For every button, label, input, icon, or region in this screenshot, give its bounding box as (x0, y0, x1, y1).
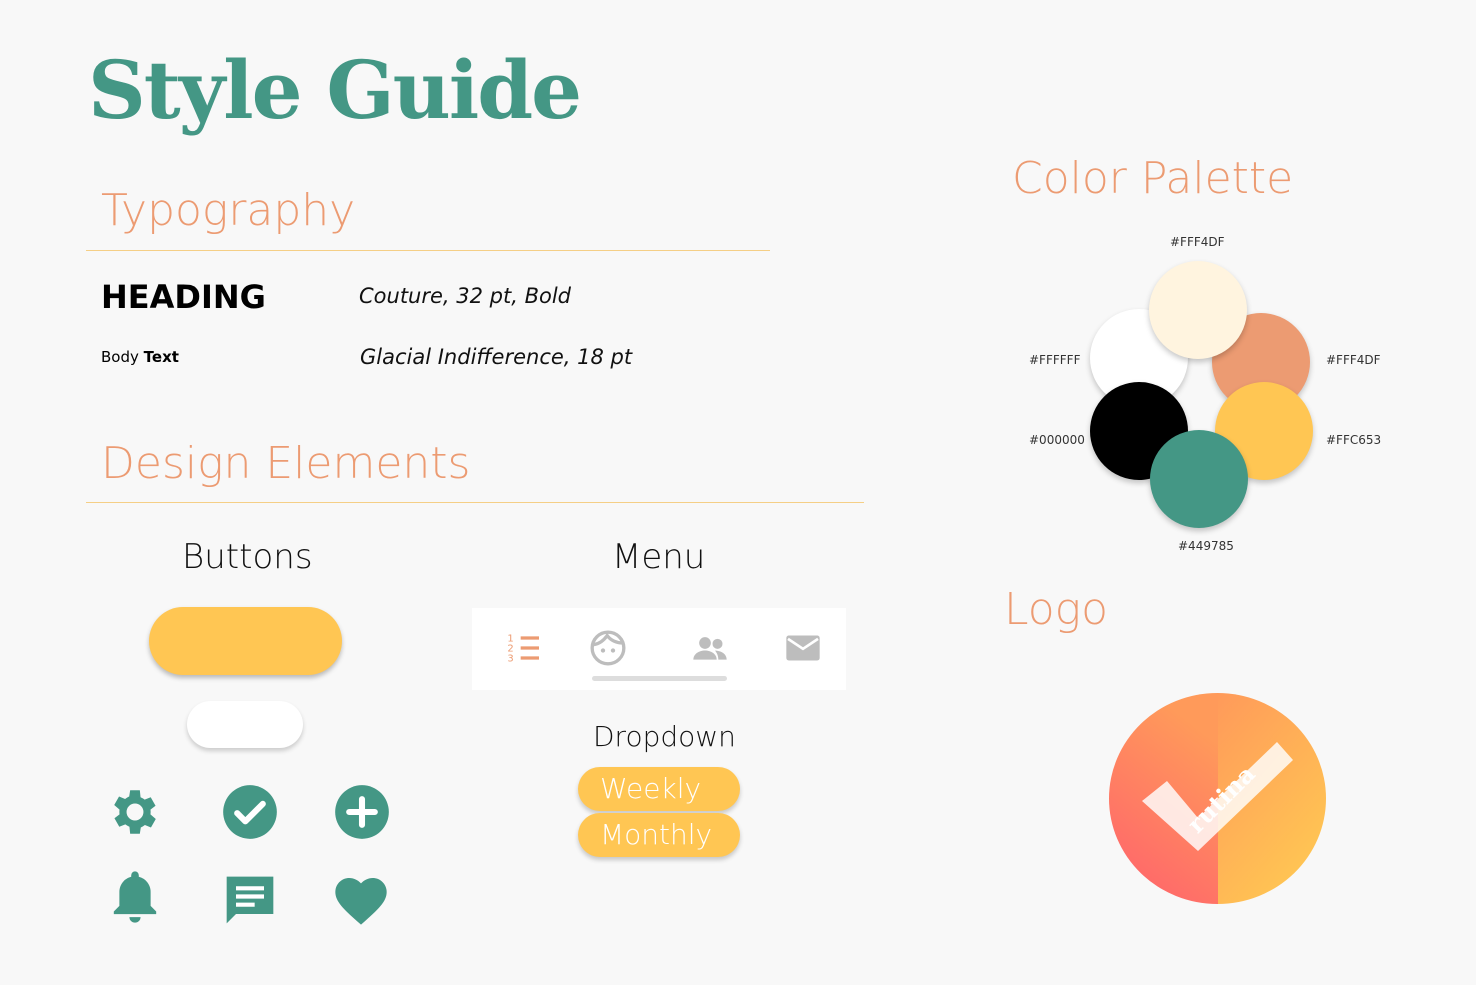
face-icon[interactable] (588, 628, 628, 668)
swatch-cream (1149, 261, 1247, 359)
people-icon[interactable] (690, 628, 730, 668)
body-spec: Glacial Indifference, 18 pt (360, 345, 633, 369)
dropdown-option-monthly[interactable]: Monthly (578, 813, 740, 857)
design-elements-section-title: Design Elements (101, 438, 471, 489)
mail-icon[interactable] (783, 628, 823, 668)
heading-sample: HEADING (101, 278, 266, 316)
page-title: Style Guide (88, 43, 582, 137)
design-elements-divider (86, 502, 864, 503)
svg-text:3: 3 (507, 653, 513, 664)
rutina-logo: rutina (1109, 693, 1326, 904)
heart-icon[interactable] (333, 872, 389, 926)
color-palette-section-title: Color Palette (1012, 153, 1294, 204)
secondary-button[interactable] (187, 701, 303, 748)
hex-label-cream: #FFF4DF (1170, 235, 1225, 249)
list-icon[interactable]: 1 2 3 (504, 628, 544, 668)
primary-button[interactable] (149, 607, 342, 675)
dropdown-title: Dropdown (593, 720, 736, 753)
bell-icon[interactable] (108, 868, 162, 926)
menu-title: Menu (612, 537, 706, 577)
hex-label-teal: #449785 (1178, 539, 1234, 553)
body-text-sample: Body Text (101, 348, 179, 366)
gear-icon[interactable] (106, 783, 164, 841)
plus-circle-icon[interactable] (334, 784, 390, 840)
buttons-title: Buttons (182, 537, 313, 577)
hex-label-yellow: #FFC653 (1326, 433, 1382, 447)
body-sample-bold: Text (143, 348, 179, 366)
body-sample-regular: Body (101, 348, 139, 366)
chat-icon[interactable] (222, 872, 278, 928)
check-circle-icon[interactable] (222, 784, 278, 840)
hex-label-black: #000000 (1029, 433, 1085, 447)
typography-section-title: Typography (101, 185, 356, 236)
heading-spec: Couture, 32 pt, Bold (359, 284, 571, 308)
dropdown-option-weekly[interactable]: Weekly (578, 767, 740, 811)
swatch-teal (1150, 430, 1248, 528)
typography-divider (86, 250, 770, 251)
menu-active-indicator (592, 676, 727, 681)
hex-label-white: #FFFFFF (1029, 353, 1081, 367)
logo-section-title: Logo (1004, 584, 1108, 635)
hex-label-peach: #FFF4DF (1326, 353, 1381, 367)
